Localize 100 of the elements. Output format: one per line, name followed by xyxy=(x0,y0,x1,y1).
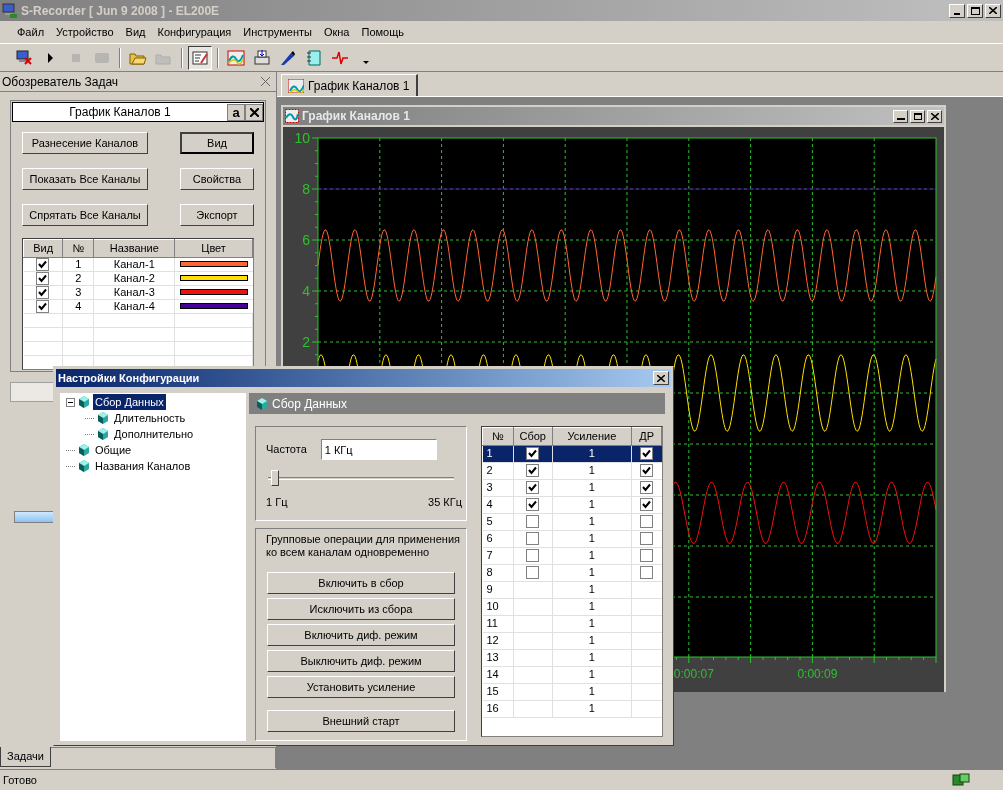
frequency-field[interactable]: 1 КГц xyxy=(320,439,437,460)
table-row[interactable]: 8 1 xyxy=(482,564,662,581)
tasks-tab[interactable]: Задачи xyxy=(0,747,51,767)
table-row[interactable]: 16 1 xyxy=(482,700,662,717)
column-header[interactable]: Сбор xyxy=(513,427,553,445)
table-row[interactable]: 7 1 xyxy=(482,547,662,564)
menu-item[interactable]: Инструменты xyxy=(238,22,317,42)
table-row[interactable]: 10 1 xyxy=(482,598,662,615)
tree-item[interactable]: Общие xyxy=(93,441,134,459)
maximize-button[interactable] xyxy=(967,3,983,18)
checkbox[interactable] xyxy=(526,566,540,579)
chart-icon xyxy=(285,109,299,123)
table-row[interactable]: 4 1 xyxy=(482,496,662,513)
table-row[interactable]: 9 1 xyxy=(482,581,662,598)
close-icon[interactable] xyxy=(261,77,270,86)
checkbox[interactable] xyxy=(640,515,654,528)
tree-item[interactable]: Длительность xyxy=(112,409,188,427)
panel-button[interactable]: Разнесение Каналов xyxy=(22,132,148,154)
panel-button[interactable]: Показать Все Каналы xyxy=(22,168,148,190)
table-cell: 3 xyxy=(62,285,94,299)
checkbox[interactable] xyxy=(526,481,540,494)
column-header[interactable]: Название xyxy=(93,239,175,257)
menu-item[interactable]: Помощь xyxy=(356,22,409,42)
checkbox[interactable] xyxy=(526,464,540,477)
table-cell: Канал-4 xyxy=(93,299,175,313)
column-header[interactable]: № xyxy=(482,427,514,445)
collapse-icon[interactable] xyxy=(66,397,75,407)
tree-item[interactable]: Названия Каналов xyxy=(93,457,193,475)
checkbox[interactable] xyxy=(640,549,654,562)
column-header[interactable]: Усиление xyxy=(552,427,632,445)
table-row[interactable]: 13 1 xyxy=(482,649,662,666)
table-cell: 2 xyxy=(62,271,94,285)
checkbox[interactable] xyxy=(526,498,540,511)
action-button[interactable]: Включить в сбор xyxy=(267,572,455,594)
action-button[interactable]: Установить усиление xyxy=(267,676,455,698)
action-button[interactable]: Исключить из сбора xyxy=(267,598,455,620)
panel-button[interactable]: Спрятать Все Каналы xyxy=(22,204,148,226)
minimize-button[interactable] xyxy=(949,3,965,18)
menu-item[interactable]: Устройство xyxy=(51,22,119,42)
slider-thumb[interactable] xyxy=(271,470,280,486)
minimize-button[interactable] xyxy=(893,109,908,123)
column-header[interactable]: Цвет xyxy=(174,239,253,257)
text-button[interactable]: a xyxy=(227,103,245,121)
document-tab[interactable]: График Каналов 1 xyxy=(281,74,418,96)
close-icon xyxy=(989,7,997,14)
axis-label: 2 xyxy=(302,334,310,350)
table-row[interactable]: 3 1 xyxy=(482,479,662,496)
slider[interactable] xyxy=(268,470,454,486)
close-icon xyxy=(249,107,259,117)
column-header[interactable]: Вид xyxy=(23,239,63,257)
checkbox[interactable] xyxy=(526,532,540,545)
checkbox[interactable] xyxy=(640,447,654,460)
table-row[interactable]: 11 1 xyxy=(482,615,662,632)
panel-title: Обозреватель Задач xyxy=(2,73,119,91)
axis-label: 0:00:07 xyxy=(673,667,714,681)
computer-icon xyxy=(2,2,18,19)
status-text: Готово xyxy=(3,772,37,788)
table-row[interactable]: 14 1 xyxy=(482,666,662,683)
panel-button[interactable]: Экспорт xyxy=(180,204,254,226)
menu-item[interactable]: Конфигурация xyxy=(152,22,237,42)
action-button[interactable]: Внешний старт xyxy=(267,710,455,732)
checkbox[interactable] xyxy=(526,447,540,460)
checkbox[interactable] xyxy=(526,515,540,528)
section-title: Сбор Данных xyxy=(272,395,347,413)
table-cell: 1 xyxy=(62,257,94,271)
group-description: Групповые операции для применения ко всем каналам одновременно xyxy=(266,533,461,559)
connection-icon xyxy=(952,773,970,787)
tree-item[interactable]: Дополнительно xyxy=(112,425,196,443)
window-title: S-Recorder [ Jun 9 2008 ] - EL200E xyxy=(21,2,221,20)
table-row[interactable]: 6 1 xyxy=(482,530,662,547)
checkbox[interactable] xyxy=(640,481,654,494)
menu-item[interactable]: Окна xyxy=(318,22,355,42)
field-label: Частота xyxy=(266,442,307,458)
tree-item[interactable]: Сбор Данных xyxy=(93,393,166,411)
axis-label: 10 xyxy=(294,130,310,146)
column-header[interactable]: № xyxy=(62,239,94,257)
axis-label: 8 xyxy=(302,181,310,197)
checkbox[interactable] xyxy=(640,498,654,511)
panel-button[interactable]: Свойства xyxy=(180,168,254,190)
highlight-bar xyxy=(14,511,54,523)
checkbox[interactable] xyxy=(526,549,540,562)
table-row[interactable]: 12 1 xyxy=(482,632,662,649)
checkbox[interactable] xyxy=(640,464,654,477)
gem-icon xyxy=(98,412,108,424)
panel-button[interactable]: Вид xyxy=(180,132,254,154)
maximize-button[interactable] xyxy=(910,109,925,123)
close-button[interactable] xyxy=(245,103,263,121)
checkbox[interactable] xyxy=(640,532,654,545)
action-button[interactable]: Выключить диф. режим xyxy=(267,650,455,672)
table-row[interactable]: 2 1 xyxy=(482,462,662,479)
menu-item[interactable]: Файл xyxy=(12,22,50,42)
axis-label: 4 xyxy=(302,283,310,299)
menu-item[interactable]: Вид xyxy=(120,22,151,42)
column-header[interactable]: ДР xyxy=(631,427,662,445)
slider-label: 1 Гц xyxy=(266,495,288,510)
maximize-icon xyxy=(913,112,922,120)
table-row[interactable]: 15 1 xyxy=(482,683,662,700)
checkbox[interactable] xyxy=(640,566,654,579)
table-row[interactable]: 5 1 xyxy=(482,513,662,530)
action-button[interactable]: Включить диф. режим xyxy=(267,624,455,646)
